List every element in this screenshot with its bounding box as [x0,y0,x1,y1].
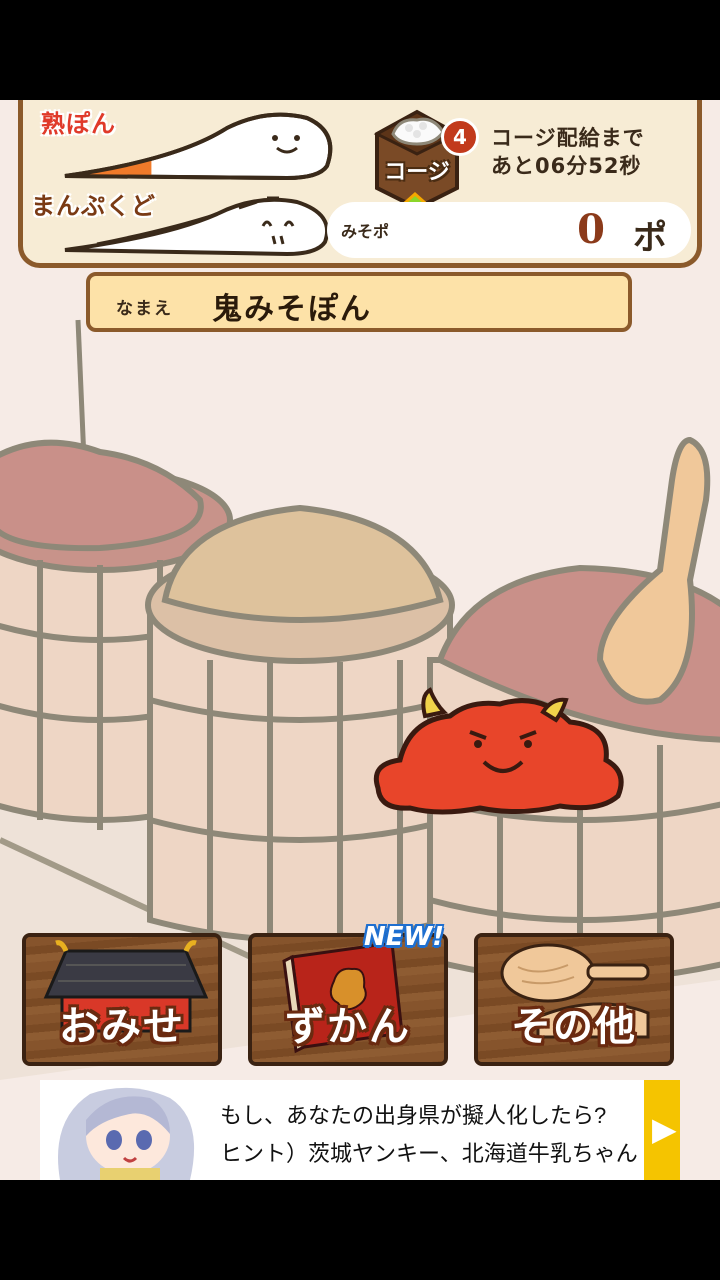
heat-gauge [64,112,333,181]
ad-banner[interactable]: もし、あなたの出身県が擬人化したら? ヒント）茨城ヤンキー、北海道牛乳ちゃん ▶ [40,1080,680,1180]
other-button[interactable]: その他 [474,933,674,1066]
new-badge: NEW! [364,922,445,952]
shop-button[interactable]: おみせ [22,933,222,1066]
ad-arrow-button[interactable]: ▶ [644,1080,680,1180]
koji-count-badge: 4 [441,118,479,156]
koji-timer-line1: コージ配給まで [491,126,645,150]
miso-points-unit: ポ [633,218,667,258]
koji-timer-line2: あと06分52秒 [491,154,642,178]
play-arrow-icon: ▶ [652,1110,677,1148]
name-value: 鬼みそぽん [212,292,372,327]
game-screen: 熟ぽん まんぷくど コージ 4 コージ配給まで あと06分52秒 みそポ 0 ポ… [0,100,720,1180]
koji-label: コージ [384,160,450,185]
status-panel: 熟ぽん まんぷくど コージ 4 コージ配給まで あと06分52秒 みそポ 0 ポ [18,100,702,268]
name-plate: なまえ 鬼みそぽん [86,272,632,332]
shop-button-label: おみせ [59,1004,185,1050]
miso-points-display: みそポ 0 ポ [327,202,691,258]
miso-points-value: 0 [577,206,605,253]
koji-timer: コージ配給まで あと06分52秒 [491,124,645,180]
ad-character-image [40,1080,210,1180]
other-button-label: その他 [511,1004,637,1050]
name-label: なまえ [116,299,173,319]
ad-text-line2: ヒント）茨城ヤンキー、北海道牛乳ちゃん [220,1141,638,1166]
miso-points-label: みそポ [341,222,390,241]
fullness-gauge [64,196,329,257]
zukan-button[interactable]: ずかん [248,933,448,1066]
zukan-button-label: ずかん [285,1004,411,1050]
ad-text-line1: もし、あなたの出身県が擬人化したら? [220,1103,607,1128]
